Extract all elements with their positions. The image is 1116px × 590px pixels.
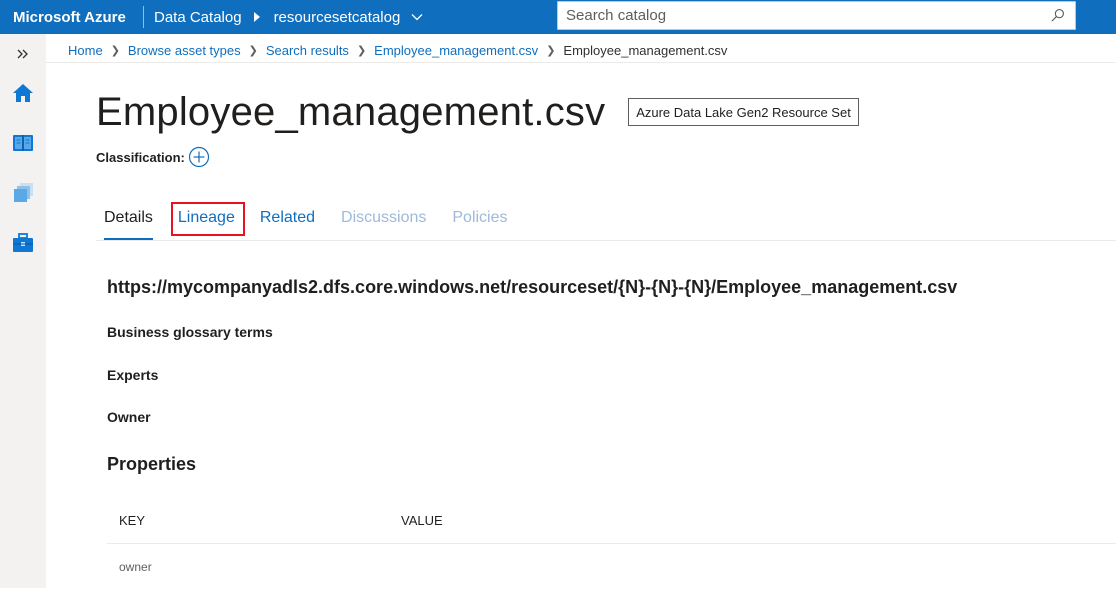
glossary-book-icon <box>13 135 33 151</box>
caret-right-icon <box>253 12 260 22</box>
search-input[interactable] <box>558 2 1038 29</box>
property-key: owner <box>119 560 152 574</box>
properties-heading: Properties <box>107 454 197 474</box>
chevron-right-icon: ❯ <box>356 44 367 57</box>
glossary-terms-label: Business glossary terms <box>107 324 273 340</box>
chevron-right-icon: ❯ <box>110 44 120 57</box>
tabs-divider <box>96 240 1116 241</box>
breadcrumb-divider <box>46 62 1116 63</box>
add-classification-icon[interactable] <box>188 146 210 168</box>
asset-type-badge: Azure Data Lake Gen2 Resource Set <box>628 98 859 126</box>
lineage-tab-highlight <box>171 202 245 236</box>
collections-nav-button[interactable] <box>0 173 46 213</box>
catalog-name[interactable]: resourcesetcatalog <box>274 9 401 26</box>
experts-label: Experts <box>107 367 159 383</box>
breadcrumb-asset[interactable]: Employee_management.csv <box>374 43 538 58</box>
table-row: owner <box>107 544 1116 590</box>
breadcrumb-home[interactable]: Home <box>68 43 103 58</box>
tab-policies: Policies <box>452 209 508 226</box>
classification-row: Classification: <box>96 146 210 168</box>
breadcrumb-current: Employee_management.csv <box>563 42 728 58</box>
management-nav-button[interactable] <box>0 223 46 263</box>
chevron-down-icon[interactable] <box>410 10 424 24</box>
management-toolbox-icon <box>13 233 33 252</box>
tab-related[interactable]: Related <box>260 202 315 234</box>
asset-tabs: Details Lineage Related Discussions Poli… <box>96 202 508 240</box>
breadcrumb-browse-asset-types[interactable]: Browse asset types <box>128 43 241 58</box>
expand-icon <box>17 49 28 59</box>
tab-details[interactable]: Details <box>104 202 153 240</box>
home-nav-button[interactable] <box>0 73 46 113</box>
top-bar: Microsoft Azure Data Catalog resourceset… <box>0 0 1116 34</box>
column-header-value: VALUE <box>401 513 443 528</box>
expand-nav-button[interactable] <box>0 34 46 74</box>
left-nav-rail <box>0 34 46 588</box>
search-icon[interactable] <box>1050 8 1065 23</box>
column-header-key: KEY <box>119 513 146 528</box>
breadcrumb: Home ❯ Browse asset types ❯ Search resul… <box>68 41 727 59</box>
page-title: Employee_management.csv <box>96 90 606 134</box>
collections-icon <box>14 183 33 202</box>
service-link[interactable]: Data Catalog <box>154 9 242 26</box>
breadcrumb-search-results[interactable]: Search results <box>266 43 349 58</box>
owner-label: Owner <box>107 409 151 425</box>
properties-table: KEY VALUE owner <box>107 498 1116 590</box>
qualified-name: https://mycompanyadls2.dfs.core.windows.… <box>107 277 958 297</box>
tab-discussions: Discussions <box>341 209 427 226</box>
table-header-row: KEY VALUE <box>107 498 1116 544</box>
classification-label: Classification: <box>96 149 185 165</box>
search-box[interactable] <box>557 1 1076 30</box>
glossary-nav-button[interactable] <box>0 123 46 163</box>
brand-link[interactable]: Microsoft Azure <box>0 9 142 26</box>
chevron-right-icon: ❯ <box>248 44 258 57</box>
home-icon <box>13 84 33 102</box>
brand-divider <box>143 6 144 28</box>
chevron-right-icon: ❯ <box>546 44 556 57</box>
